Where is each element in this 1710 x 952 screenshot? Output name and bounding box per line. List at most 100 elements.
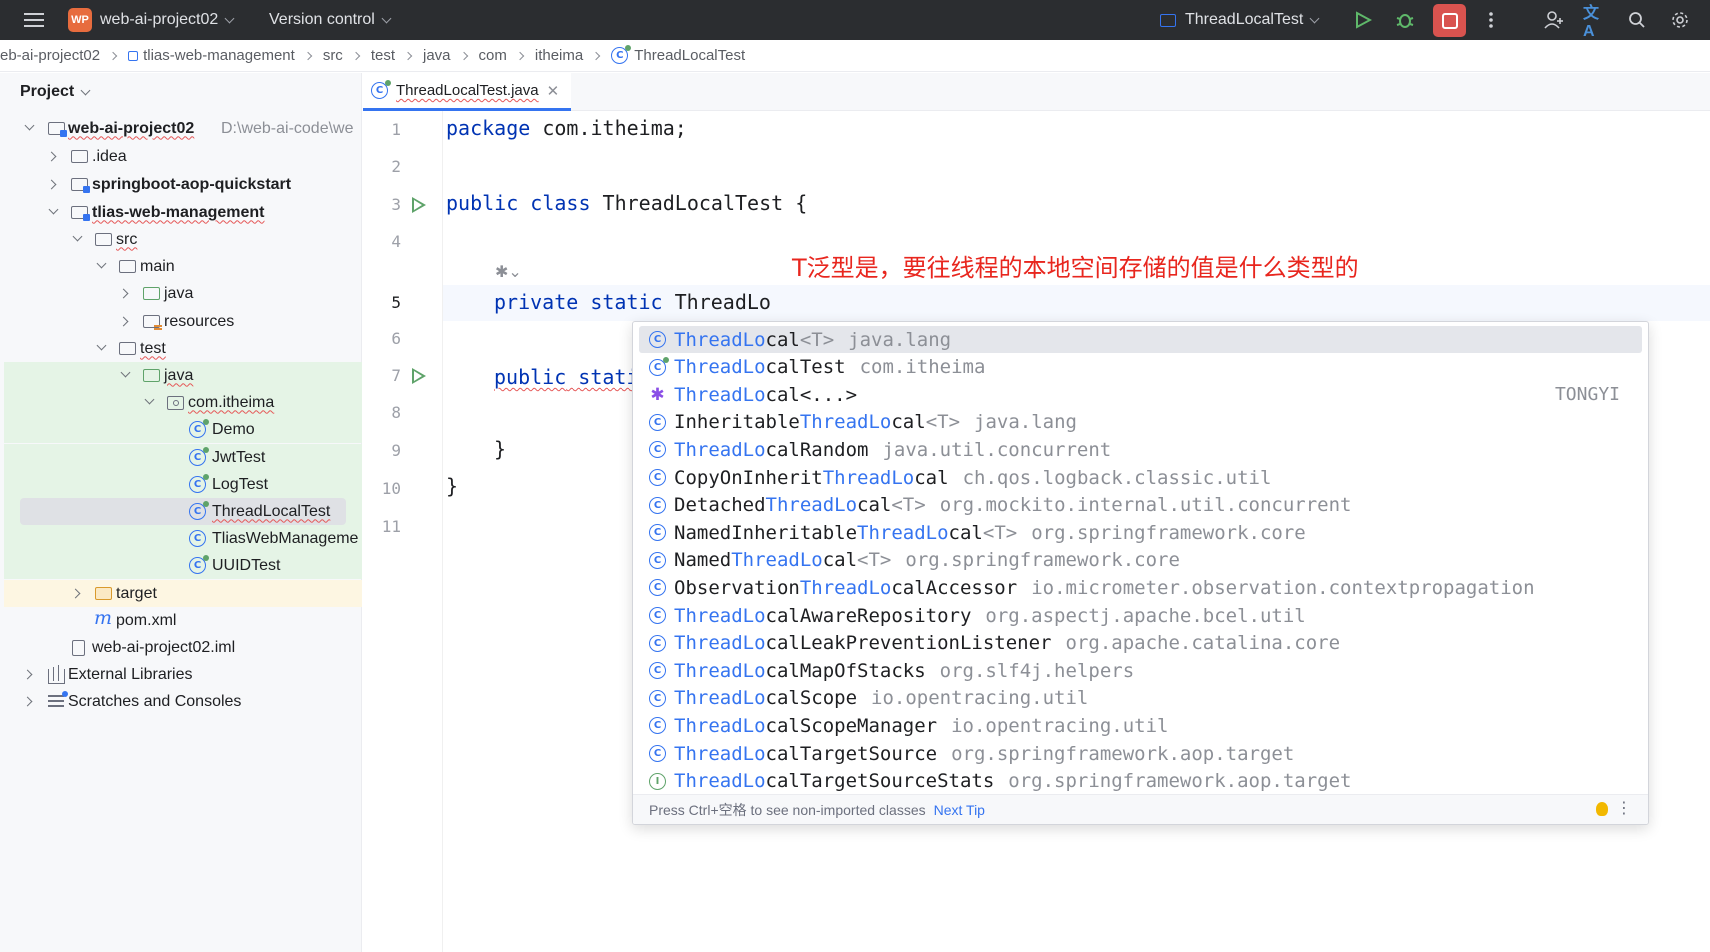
settings-icon[interactable] [1668,8,1692,32]
more-icon[interactable] [1479,8,1503,32]
completion-item[interactable]: C ThreadLo calScope io.opentracing.util [639,685,1642,712]
tree-item-root-project[interactable]: web-ai-project02 D:\web-ai-code\we [4,115,362,142]
completion-item[interactable]: C ThreadLo calAwareRepository org.aspectj.a… [639,602,1642,629]
breadcrumb-class[interactable]: ThreadLocalTest [634,47,745,64]
breadcrumb-com[interactable]: com [479,47,507,64]
expand-arrow-icon[interactable] [46,151,57,162]
completion-item[interactable]: C ThreadLo calTargetSource org.springframew… [639,740,1642,767]
expand-arrow-icon[interactable] [118,316,129,327]
tree-item-target[interactable]: target [4,580,362,607]
completion-item[interactable]: C CopyOnInherit ThreadLo cal ch.qos.logback.… [639,464,1642,491]
tree-item-com-itheima[interactable]: com.itheima [4,389,362,416]
tree-item-logtest[interactable]: C LogTest [4,471,362,498]
expand-arrow-icon[interactable] [96,258,107,269]
tree-item-main-java[interactable]: java [4,280,362,307]
expand-arrow-icon[interactable] [22,669,33,680]
code-line-9[interactable]: } [494,437,506,461]
completion-item[interactable]: C Inheritable ThreadLo cal <T> java.lang [639,409,1642,436]
completion-suffix: cal [891,411,926,434]
completion-suffix: cal [948,521,983,544]
expand-arrow-icon[interactable] [120,367,131,378]
breadcrumb-test[interactable]: test [371,47,395,64]
translate-icon[interactable]: 文A [1583,5,1607,40]
breadcrumb-module[interactable]: tlias-web-management [143,47,295,64]
run-gutter-icon[interactable] [412,197,426,213]
tree-item-scratches[interactable]: Scratches and Consoles [4,688,362,715]
completion-item[interactable]: I ThreadLo calTargetSourceStats org.springf… [639,768,1642,795]
module-icon [128,50,139,61]
run-icon[interactable] [1351,8,1375,32]
run-config-selector[interactable]: ThreadLocalTest [1160,0,1320,40]
tree-item-test[interactable]: test [4,335,362,362]
expand-arrow-icon[interactable] [22,696,33,707]
completion-item[interactable]: C ThreadLo cal <T> java.lang [639,326,1642,353]
tree-item-resources[interactable]: resources [4,308,362,335]
folder-icon [119,342,136,355]
expand-arrow-icon[interactable] [72,231,83,242]
hamburger-menu-icon[interactable] [22,8,46,32]
tree-item-label: src [116,230,138,248]
expand-arrow-icon[interactable] [46,179,57,190]
expand-arrow-icon[interactable] [96,340,107,351]
expand-arrow-icon[interactable] [70,588,81,599]
tree-item-test-java[interactable]: java [4,362,362,389]
search-icon[interactable] [1625,8,1649,32]
project-selector[interactable]: WP web-ai-project02 [68,0,235,40]
breadcrumb-project[interactable]: eb-ai-project02 [0,47,100,64]
code-line-10[interactable]: } [446,474,458,498]
completion-type-param: <T> [982,521,1018,544]
tab-threadlocaltest-java[interactable]: C ThreadLocalTest.java ✕ [363,73,572,111]
chevron-right-icon [303,51,313,60]
completion-item[interactable]: C ThreadLo calRandom java.util.concurrent [639,436,1642,463]
tree-item-springboot-aop-quickstart[interactable]: springboot-aop-quickstart [4,171,362,198]
tree-item-demo[interactable]: C Demo [4,416,362,443]
tree-item-external-libraries[interactable]: External Libraries [4,661,362,688]
tree-item-threadlocaltest[interactable]: C ThreadLocalTest [20,498,346,525]
code-line-1[interactable]: package com.itheima; [446,116,687,140]
tree-item-tliaswebmanagement-test[interactable]: C TliasWebManageme [4,525,362,552]
lightbulb-icon[interactable] [1596,802,1608,816]
breadcrumb-itheima[interactable]: itheima [535,47,583,64]
code-line-7[interactable]: public stati [494,365,639,389]
module-folder-icon [48,122,67,137]
completion-item[interactable]: C ThreadLo calLeakPreventionListener org.ap… [639,630,1642,657]
expand-arrow-icon[interactable] [48,204,59,215]
expand-arrow-icon[interactable] [24,120,35,131]
completion-item[interactable]: C ThreadLo calMapOfStacks org.slf4j.helpers [639,657,1642,684]
tree-item-pom-xml[interactable]: m pom.xml [4,607,362,634]
completion-item[interactable]: C NamedInheritable ThreadLo cal <T> org.sprin… [639,519,1642,546]
expand-arrow-icon[interactable] [118,288,129,299]
breadcrumb-src[interactable]: src [323,47,343,64]
breadcrumb-java[interactable]: java [423,47,451,64]
tree-item-iml[interactable]: web-ai-project02.iml [4,634,362,661]
tree-item-main[interactable]: main [4,253,362,280]
stop-icon[interactable] [1433,4,1466,37]
tree-item-tlias-web-management[interactable]: tlias-web-management [4,199,362,226]
expand-arrow-icon[interactable] [144,394,155,405]
more-icon[interactable]: ⋮ [1616,798,1632,818]
tree-item-jwttest[interactable]: C JwtTest [4,444,362,471]
completion-item[interactable]: C Observation ThreadLo calAccessor io.microm… [639,574,1642,601]
completion-item[interactable]: C ThreadLo calScopeManager io.opentracing.u… [639,712,1642,739]
tree-item-src[interactable]: src [4,226,362,253]
code-line-5[interactable]: private static ThreadLo [494,290,771,314]
close-icon[interactable]: ✕ [547,82,560,100]
run-gutter-icon[interactable] [412,368,426,384]
code-line-3[interactable]: public class ThreadLocalTest { [446,191,807,215]
ai-assistant-icon[interactable]: ✱⌄ [495,262,522,282]
completion-item[interactable]: C Named ThreadLo cal <T> org.springframework.… [639,547,1642,574]
tree-item-idea[interactable]: .idea [4,143,362,170]
completion-item[interactable]: C Detached ThreadLo cal <T> org.mockito.inter… [639,492,1642,519]
add-user-icon[interactable] [1542,8,1566,32]
completion-item[interactable]: C ThreadLo calTest com.itheima [639,354,1642,381]
completion-item[interactable]: ✱ ThreadLo cal<...> TONGYI [639,381,1642,408]
version-control-menu[interactable]: Version control [269,0,392,40]
source-folder-icon [143,287,160,300]
next-tip-link[interactable]: Next Tip [934,802,985,818]
completion-suffix: cal [857,494,892,517]
debug-icon[interactable] [1393,8,1417,32]
test-class-icon: C [649,356,669,376]
project-panel-header[interactable]: Project [20,83,91,101]
class-icon: C [649,662,666,680]
tree-item-uuidtest[interactable]: C UUIDTest [4,552,362,579]
